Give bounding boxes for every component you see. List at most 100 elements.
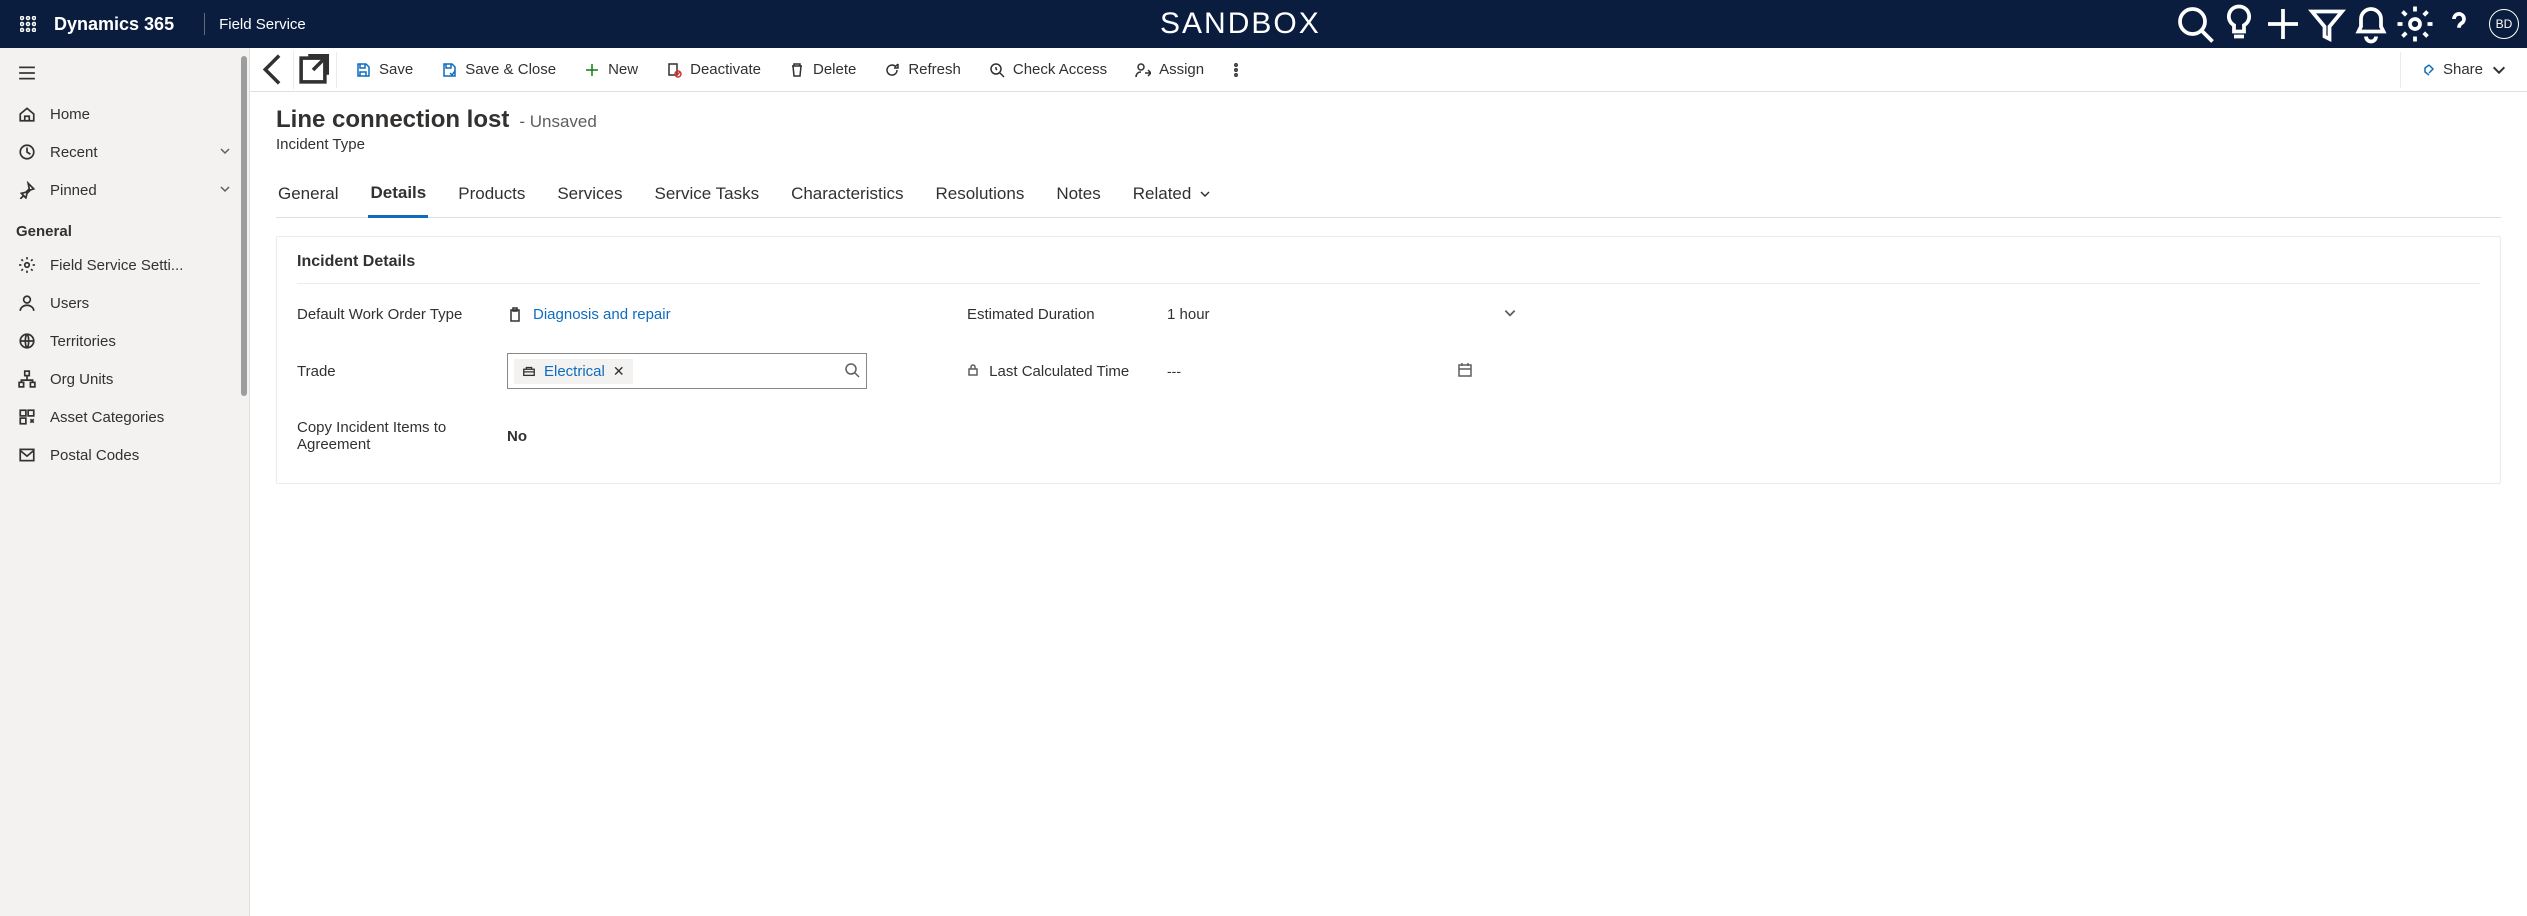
app-name[interactable]: Field Service — [219, 16, 306, 33]
share-button[interactable]: Share — [2405, 51, 2521, 89]
sidebar-item-label: Users — [50, 295, 89, 312]
sidebar-item-label: Asset Categories — [50, 409, 164, 426]
tab-service-tasks[interactable]: Service Tasks — [653, 175, 762, 217]
gear-icon — [18, 256, 36, 274]
tab-related[interactable]: Related — [1131, 175, 1214, 217]
person-icon — [18, 294, 36, 312]
sidebar-item-asset-categories[interactable]: Asset Categories — [0, 398, 249, 436]
field-value-copy[interactable]: No — [507, 428, 867, 445]
tab-services[interactable]: Services — [555, 175, 624, 217]
sidebar-item-org-units[interactable]: Org Units — [0, 360, 249, 398]
field-value-wotype[interactable]: Diagnosis and repair — [507, 306, 867, 323]
chevron-down-icon — [1199, 188, 1211, 200]
tab-label: Related — [1133, 184, 1192, 204]
hamburger-icon[interactable] — [0, 52, 249, 95]
field-value-trade[interactable]: Electrical ✕ — [507, 353, 867, 389]
sidebar-item-label: Recent — [50, 144, 98, 161]
overflow-button[interactable] — [1218, 51, 1254, 89]
assign-button[interactable]: Assign — [1121, 51, 1218, 89]
cmd-label: Save & Close — [465, 61, 556, 78]
global-nav-bar: Dynamics 365 Field Service SANDBOX BD — [0, 0, 2527, 48]
field-label-wotype: Default Work Order Type — [297, 306, 497, 323]
sidebar-item-label: Pinned — [50, 182, 97, 199]
app-launcher-icon[interactable] — [8, 16, 48, 32]
category-icon — [18, 408, 36, 426]
add-icon[interactable] — [2263, 4, 2303, 44]
chevron-down-icon — [219, 144, 231, 161]
org-icon — [18, 370, 36, 388]
search-icon[interactable] — [844, 362, 860, 381]
section-title: Incident Details — [297, 253, 2480, 284]
sidebar-item-territories[interactable]: Territories — [0, 322, 249, 360]
field-value-est-duration[interactable]: 1 hour — [1167, 306, 1447, 323]
calendar-icon[interactable] — [1457, 362, 1473, 381]
tab-general[interactable]: General — [276, 175, 340, 217]
deactivate-button[interactable]: Deactivate — [652, 51, 775, 89]
command-bar: Save Save & Close New Deactivate Delete … — [250, 48, 2527, 92]
lookup-chip[interactable]: Electrical ✕ — [514, 359, 633, 384]
lock-icon — [967, 363, 979, 380]
sidebar-item-users[interactable]: Users — [0, 284, 249, 322]
pin-icon — [18, 181, 36, 199]
cmd-label: Share — [2443, 61, 2483, 78]
product-name[interactable]: Dynamics 365 — [54, 14, 174, 35]
sidebar-item-home[interactable]: Home — [0, 95, 249, 133]
clipboard-icon — [507, 307, 523, 323]
incident-details-section: Incident Details Default Work Order Type… — [276, 236, 2501, 484]
sidebar-item-label: Field Service Setti... — [50, 257, 183, 274]
site-map: Home Recent Pinned General Field Service… — [0, 48, 250, 916]
back-button[interactable] — [256, 51, 294, 89]
search-icon[interactable] — [2175, 4, 2215, 44]
field-label-last-calc: Last Calculated Time — [967, 363, 1157, 380]
tab-characteristics[interactable]: Characteristics — [789, 175, 905, 217]
cmd-label: Assign — [1159, 61, 1204, 78]
cmd-label: New — [608, 61, 638, 78]
user-avatar[interactable]: BD — [2489, 9, 2519, 39]
environment-badge: SANDBOX — [306, 7, 2175, 41]
sidebar-item-label: Postal Codes — [50, 447, 139, 464]
save-button[interactable]: Save — [341, 51, 427, 89]
cmd-label: Deactivate — [690, 61, 761, 78]
mail-icon — [18, 446, 36, 464]
help-icon[interactable] — [2439, 4, 2479, 44]
sidebar-item-label: Org Units — [50, 371, 113, 388]
field-label-trade: Trade — [297, 363, 497, 380]
open-in-new-window-button[interactable] — [294, 51, 332, 89]
cmd-label: Check Access — [1013, 61, 1107, 78]
filter-icon[interactable] — [2307, 4, 2347, 44]
sidebar-item-pinned[interactable]: Pinned — [0, 171, 249, 209]
chevron-down-icon[interactable] — [1503, 306, 1517, 323]
lightbulb-icon[interactable] — [2219, 4, 2259, 44]
refresh-button[interactable]: Refresh — [870, 51, 975, 89]
tab-resolutions[interactable]: Resolutions — [934, 175, 1027, 217]
gear-icon[interactable] — [2395, 4, 2435, 44]
scrollbar-thumb[interactable] — [241, 56, 247, 396]
sidebar-item-label: Territories — [50, 333, 116, 350]
cmd-label: Refresh — [908, 61, 961, 78]
divider — [336, 52, 337, 88]
sidebar-item-postal-codes[interactable]: Postal Codes — [0, 436, 249, 474]
sidebar-section-heading: General — [0, 209, 249, 246]
bell-icon[interactable] — [2351, 4, 2391, 44]
remove-chip-icon[interactable]: ✕ — [613, 363, 625, 380]
check-access-button[interactable]: Check Access — [975, 51, 1121, 89]
tab-products[interactable]: Products — [456, 175, 527, 217]
delete-button[interactable]: Delete — [775, 51, 870, 89]
tab-details[interactable]: Details — [368, 175, 428, 218]
home-icon — [18, 105, 36, 123]
sidebar-item-field-service-settings[interactable]: Field Service Setti... — [0, 246, 249, 284]
save-and-close-button[interactable]: Save & Close — [427, 51, 570, 89]
field-label-est-duration: Estimated Duration — [967, 306, 1157, 323]
sidebar-item-label: Home — [50, 106, 90, 123]
tab-notes[interactable]: Notes — [1054, 175, 1102, 217]
lookup-text: Diagnosis and repair — [533, 306, 671, 323]
field-label-copy: Copy Incident Items to Agreement — [297, 419, 497, 453]
divider — [204, 13, 205, 35]
cmd-label: Save — [379, 61, 413, 78]
chip-text: Electrical — [544, 363, 605, 380]
sidebar-item-recent[interactable]: Recent — [0, 133, 249, 171]
clock-icon — [18, 143, 36, 161]
record-title: Line connection lost — [276, 106, 509, 134]
chevron-down-icon — [2491, 62, 2507, 78]
new-button[interactable]: New — [570, 51, 652, 89]
